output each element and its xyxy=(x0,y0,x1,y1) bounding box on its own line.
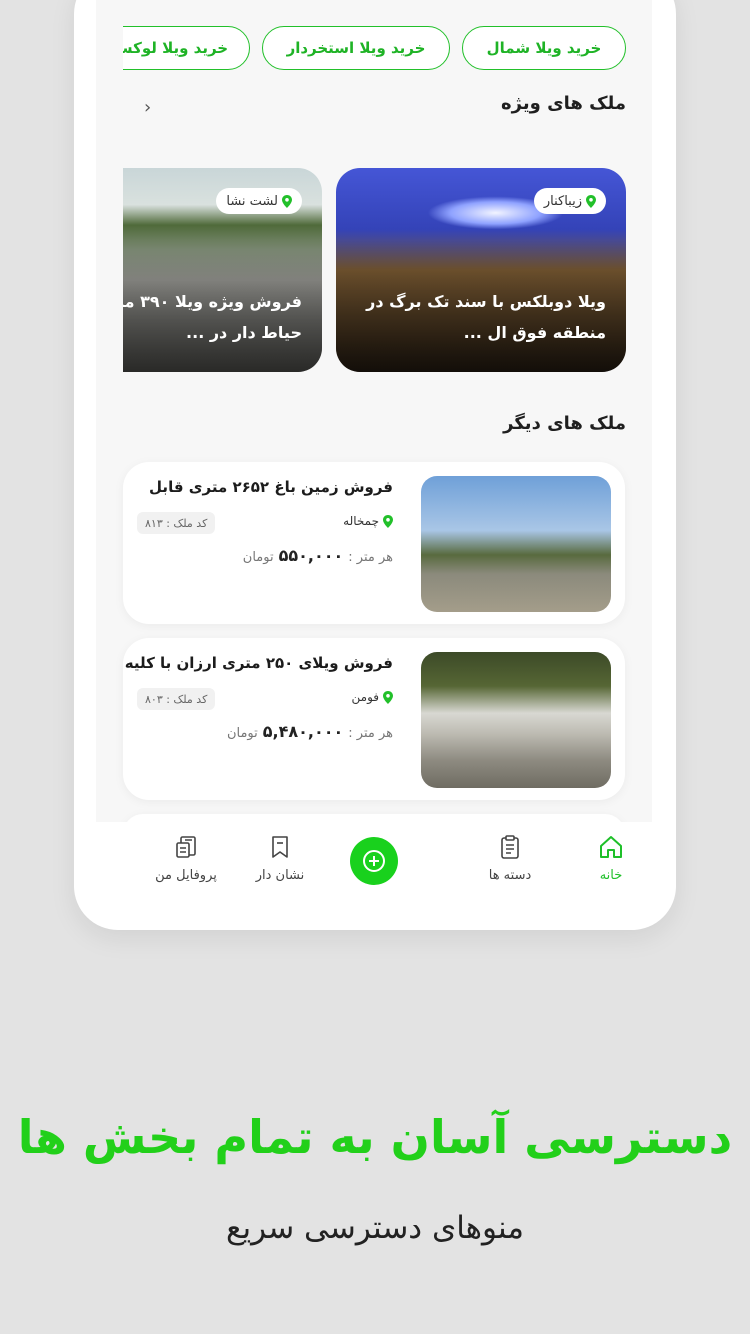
app-screen: خرید ویلا شمال خرید ویلا استخردار خرید و… xyxy=(96,0,652,822)
other-section-title: ملک های دیگر xyxy=(503,413,626,434)
price-value: ۵,۴۸۰,۰۰۰ xyxy=(262,722,344,741)
location-pin-icon xyxy=(383,514,393,528)
listing-location: چمخاله xyxy=(343,514,393,528)
location-badge: زیباکنار xyxy=(533,188,606,214)
listing-location: فومن xyxy=(351,690,393,704)
location-text: چمخاله xyxy=(343,514,379,528)
chevron-left-icon[interactable]: ‹ xyxy=(144,97,151,118)
nav-profile-label: پروفایل من xyxy=(155,868,217,883)
bookmark-icon xyxy=(272,836,288,858)
home-icon xyxy=(600,836,622,858)
nav-categories-label: دسته ها xyxy=(488,868,532,883)
featured-card[interactable]: لشت نشا فروش ویژه ویلا ۳۹۰ متری حیاط دار… xyxy=(123,168,322,372)
nav-bookmarks-label: نشان دار xyxy=(255,868,305,883)
chip-luxury-villa[interactable]: خرید ویلا لوکس xyxy=(123,26,250,70)
price-prefix: هر متر : xyxy=(348,550,393,565)
location-text: لشت نشا xyxy=(226,193,278,209)
add-listing-button[interactable] xyxy=(350,837,398,885)
promo-subline: منوهای دسترسی سریع xyxy=(226,1210,524,1246)
featured-section-title: ملک های ویژه xyxy=(501,93,626,114)
price-currency: تومان xyxy=(226,726,258,741)
profile-document-icon xyxy=(176,836,196,858)
location-pin-icon xyxy=(383,690,393,704)
featured-card[interactable]: زیباکنار ویلا دوبلکس با سند تک برگ در من… xyxy=(336,168,626,372)
caption-line: حیاط دار در ... xyxy=(186,323,302,342)
price-currency: تومان xyxy=(242,550,274,565)
location-pin-icon xyxy=(282,194,292,208)
location-pin-icon xyxy=(586,194,596,208)
clipboard-icon xyxy=(501,835,519,859)
listing-card[interactable]: فروش زمین باغ ۲۶۵۲ متری قابل چمخاله کد م… xyxy=(123,462,625,624)
featured-carousel: زیباکنار ویلا دوبلکس با سند تک برگ در من… xyxy=(123,168,626,372)
listing-title: فروش زمین باغ ۲۶۵۲ متری قابل xyxy=(149,478,393,496)
listing-card[interactable]: فروش ویلای ۲۵۰ متری ارزان با کلیه فومن ک… xyxy=(123,638,625,800)
nav-categories[interactable]: دسته ها xyxy=(465,834,555,883)
listing-card-partial[interactable] xyxy=(123,814,625,822)
caption-line: فروش ویژه ویلا ۳۹۰ متری xyxy=(123,292,302,311)
featured-caption: ویلا دوبلکس با سند تک برگ در منطقه فوق ا… xyxy=(346,286,606,348)
caption-line: منطقه فوق ال ... xyxy=(463,323,606,342)
property-code-badge: کد ملک : ۸۰۳ xyxy=(137,688,216,710)
nav-profile[interactable]: پروفایل من xyxy=(141,834,231,883)
listing-price: هر متر : ۵,۴۸۰,۰۰۰ تومان xyxy=(227,722,393,741)
location-text: زیباکنار xyxy=(543,193,582,209)
nav-bookmarks[interactable]: نشان دار xyxy=(235,834,325,883)
promo-headline: دسترسی آسان به تمام بخش ها xyxy=(17,1110,734,1164)
caption-line: ویلا دوبلکس با سند تک برگ در xyxy=(366,292,606,311)
listing-price: هر متر : ۵۵۰,۰۰۰ تومان xyxy=(243,546,393,565)
listing-title: فروش ویلای ۲۵۰ متری ارزان با کلیه xyxy=(124,654,393,672)
listing-photo xyxy=(421,652,611,788)
nav-home-label: خانه xyxy=(599,868,623,883)
nav-home[interactable]: خانه xyxy=(566,834,656,883)
category-chips: خرید ویلا شمال خرید ویلا استخردار خرید و… xyxy=(123,26,626,72)
location-badge: لشت نشا xyxy=(216,188,302,214)
chip-pool-villa[interactable]: خرید ویلا استخردار xyxy=(262,26,450,70)
plus-circle-icon xyxy=(363,850,385,872)
location-text: فومن xyxy=(351,690,380,704)
price-prefix: هر متر : xyxy=(348,726,393,741)
price-value: ۵۵۰,۰۰۰ xyxy=(278,546,344,565)
property-code-badge: کد ملک : ۸۱۳ xyxy=(137,512,216,534)
bottom-navigation: خانه دسته ها نشان دار پروفایل من xyxy=(96,822,652,907)
featured-caption: فروش ویژه ویلا ۳۹۰ متری حیاط دار در ... xyxy=(123,286,302,348)
listing-photo xyxy=(421,476,611,612)
chip-north-villa[interactable]: خرید ویلا شمال xyxy=(462,26,626,70)
